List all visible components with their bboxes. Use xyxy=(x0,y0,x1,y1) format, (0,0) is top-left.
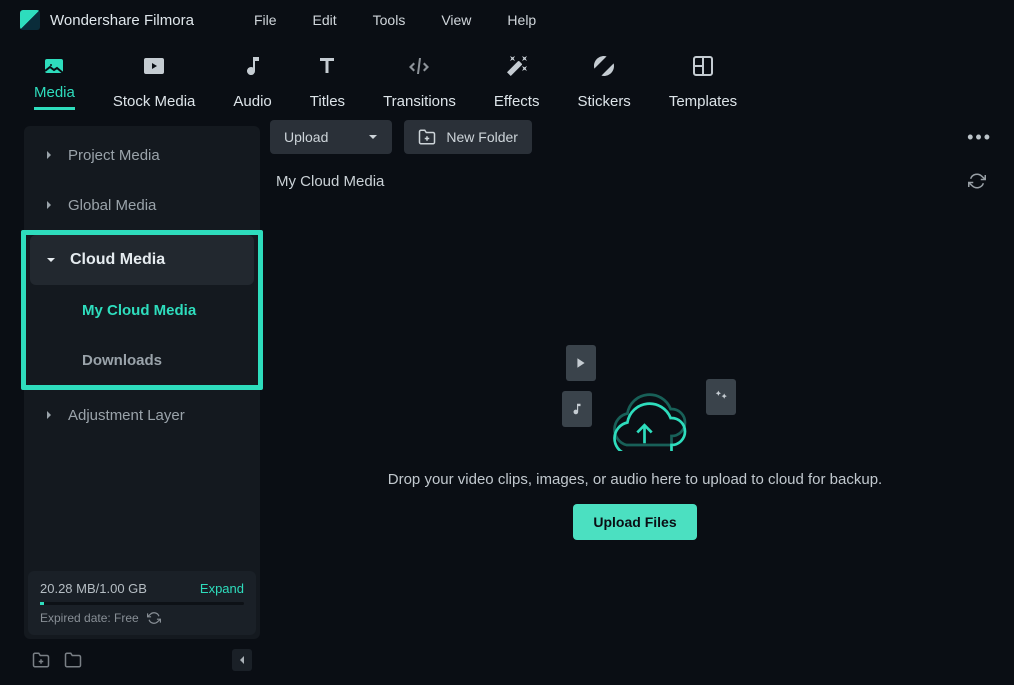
media-icon xyxy=(42,54,66,78)
chevron-down-icon xyxy=(46,255,56,265)
templates-icon xyxy=(691,54,715,78)
storage-progress-bar xyxy=(40,602,244,605)
more-options-button[interactable]: ••• xyxy=(959,127,1000,148)
drop-instructions: Drop your video clips, images, or audio … xyxy=(388,471,882,488)
stickers-icon xyxy=(592,54,616,78)
audio-file-icon xyxy=(562,391,592,427)
content-toolbar: Upload New Folder ••• xyxy=(270,116,1000,158)
sidebar-item-adjustment-layer[interactable]: Adjustment Layer xyxy=(28,390,256,440)
drop-zone[interactable]: Drop your video clips, images, or audio … xyxy=(270,200,1000,685)
storage-panel: 20.28 MB/1.00 GB Expand Expired date: Fr… xyxy=(28,571,256,635)
tab-titles[interactable]: Titles xyxy=(296,48,359,116)
cloud-upload-icon xyxy=(604,385,694,451)
storage-expand-link[interactable]: Expand xyxy=(200,581,244,596)
menu-help[interactable]: Help xyxy=(507,12,536,28)
menu-file[interactable]: File xyxy=(254,12,277,28)
sidebar-subitem-downloads[interactable]: Downloads xyxy=(26,335,258,385)
app-title: Wondershare Filmora xyxy=(50,12,194,29)
new-folder-button[interactable]: New Folder xyxy=(404,120,532,154)
video-file-icon xyxy=(566,345,596,381)
sidebar: Project Media Global Media Cloud Media M… xyxy=(0,116,270,685)
storage-expiry: Expired date: Free xyxy=(40,611,139,625)
main-menu: File Edit Tools View Help xyxy=(254,12,536,28)
sidebar-subitem-my-cloud[interactable]: My Cloud Media xyxy=(26,285,258,335)
menu-tools[interactable]: Tools xyxy=(373,12,406,28)
storage-used: 20.28 MB/1.00 GB xyxy=(40,581,147,596)
upload-files-button[interactable]: Upload Files xyxy=(573,504,696,540)
tab-stock-media[interactable]: Stock Media xyxy=(99,48,210,116)
titlebar: Wondershare Filmora File Edit Tools View… xyxy=(0,0,1014,40)
tab-stickers[interactable]: Stickers xyxy=(563,48,644,116)
tab-transitions[interactable]: Transitions xyxy=(369,48,470,116)
app-logo-icon xyxy=(20,10,40,30)
upload-dropdown[interactable]: Upload xyxy=(270,120,392,154)
folder-icon[interactable] xyxy=(64,651,82,669)
titles-icon xyxy=(315,54,339,78)
add-folder-icon[interactable] xyxy=(32,651,50,669)
sidebar-item-project-media[interactable]: Project Media xyxy=(28,130,256,180)
chevron-right-icon xyxy=(44,150,54,160)
tab-templates[interactable]: Templates xyxy=(655,48,751,116)
tab-audio[interactable]: Audio xyxy=(219,48,285,116)
new-folder-icon xyxy=(418,128,436,146)
effects-file-icon xyxy=(706,379,736,415)
drop-zone-graphic xyxy=(576,345,694,451)
tab-effects[interactable]: Effects xyxy=(480,48,554,116)
collapse-sidebar-button[interactable] xyxy=(232,649,252,671)
chevron-down-icon xyxy=(368,132,378,142)
sidebar-item-cloud-media[interactable]: Cloud Media xyxy=(30,235,254,285)
content-heading: My Cloud Media xyxy=(276,173,384,190)
menu-edit[interactable]: Edit xyxy=(313,12,337,28)
refresh-button[interactable] xyxy=(968,172,986,190)
chevron-right-icon xyxy=(44,200,54,210)
highlighted-cloud-section: Cloud Media My Cloud Media Downloads xyxy=(21,230,263,390)
primary-tabs: Media Stock Media Audio Titles Transitio… xyxy=(20,48,994,116)
content-area: Upload New Folder ••• My Cloud Media xyxy=(270,116,1014,685)
menu-view[interactable]: View xyxy=(441,12,471,28)
refresh-icon[interactable] xyxy=(147,611,161,625)
effects-icon xyxy=(505,54,529,78)
tab-media[interactable]: Media xyxy=(20,48,89,116)
transitions-icon xyxy=(407,54,431,78)
chevron-left-icon xyxy=(237,655,247,665)
sidebar-footer xyxy=(24,639,260,675)
stock-media-icon xyxy=(142,54,166,78)
sidebar-item-global-media[interactable]: Global Media xyxy=(28,180,256,230)
audio-icon xyxy=(241,54,265,78)
chevron-right-icon xyxy=(44,410,54,420)
